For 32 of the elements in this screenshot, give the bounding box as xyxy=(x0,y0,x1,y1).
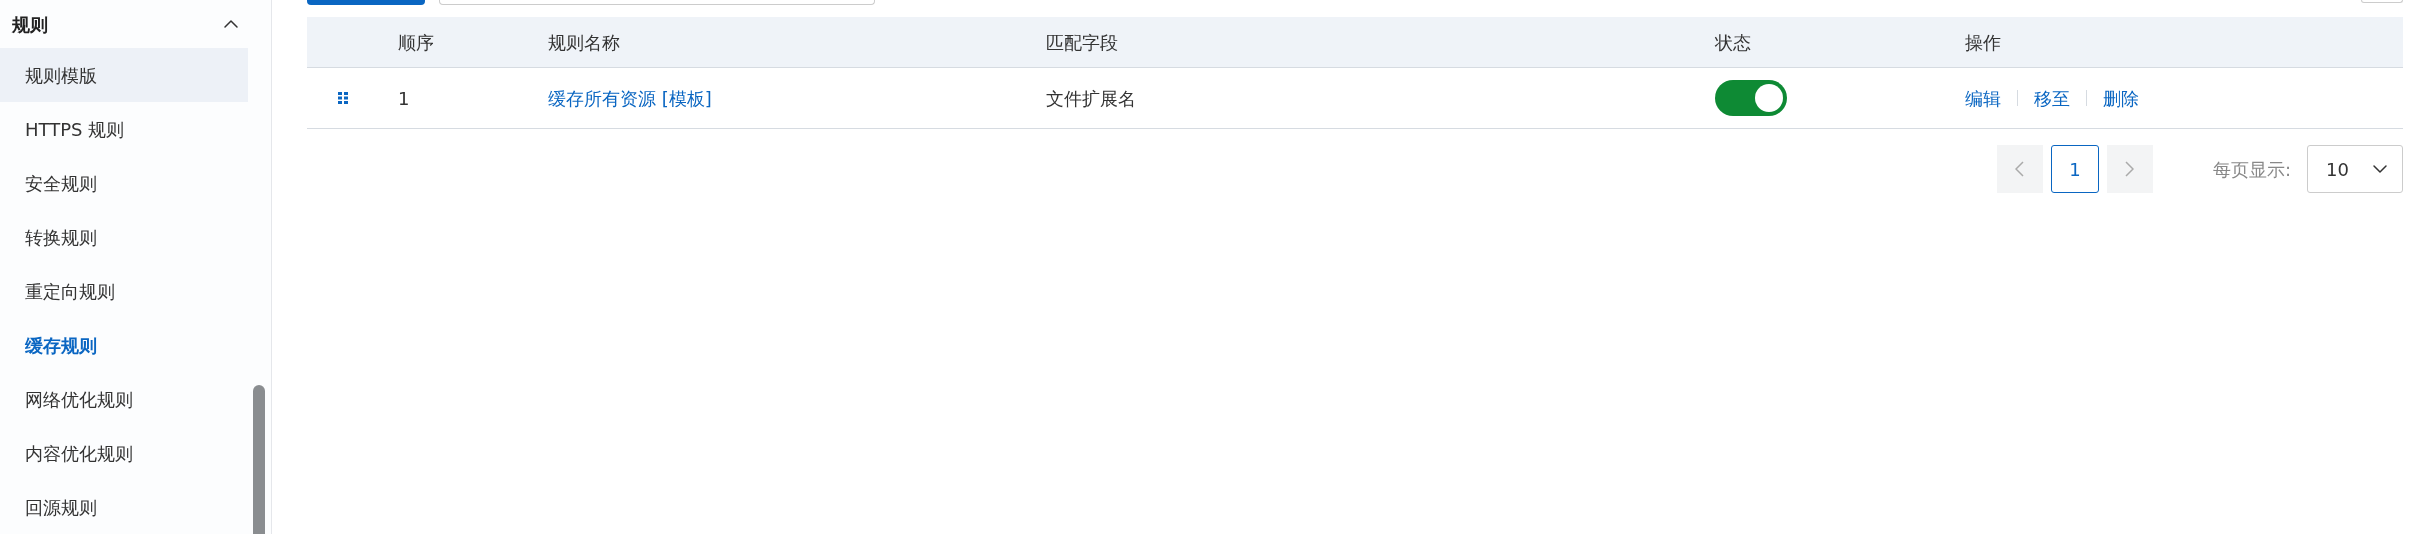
action-link[interactable]: 移至 xyxy=(2034,84,2070,112)
sidebar-item[interactable]: 内容优化规则 xyxy=(0,426,248,480)
next-page-button[interactable] xyxy=(2106,145,2153,193)
previous-page-button[interactable] xyxy=(1996,145,2043,193)
rule-name-link[interactable]: 缓存所有资源 [模板] xyxy=(548,87,712,109)
sidebar-item[interactable]: HTTPS 规则 xyxy=(0,102,248,156)
status-toggle[interactable] xyxy=(1715,80,1787,116)
table-cell: 1 xyxy=(398,87,410,109)
page-button[interactable]: 1 xyxy=(2050,145,2099,193)
column-header: 状态 xyxy=(1715,31,1751,53)
column-header: 匹配字段 xyxy=(1046,31,1118,53)
column-header: 操作 xyxy=(1965,31,2001,53)
sidebar-item[interactable]: 缓存规则 xyxy=(0,318,248,372)
sidebar-group-header[interactable]: 规则 xyxy=(0,0,271,48)
sidebar-item[interactable]: 回源规则 xyxy=(0,480,248,534)
column-header: 顺序 xyxy=(398,31,434,53)
page-size-label: 每页显示: xyxy=(2212,157,2291,182)
sidebar-item[interactable]: 重定向规则 xyxy=(0,264,248,318)
primary-button[interactable] xyxy=(307,0,425,5)
page-size-select[interactable]: 10 xyxy=(2307,145,2403,193)
sidebar-item[interactable]: 转换规则 xyxy=(0,210,248,264)
drag-handle-icon[interactable] xyxy=(337,91,349,105)
chevron-left-icon xyxy=(2015,161,2025,177)
sidebar-item[interactable]: 安全规则 xyxy=(0,156,248,210)
action-link[interactable]: 删除 xyxy=(2103,84,2139,112)
chevron-right-icon xyxy=(2125,161,2135,177)
table-cell: 文件扩展名 xyxy=(1046,87,1136,109)
column-header: 规则名称 xyxy=(548,31,620,53)
sidebar-item[interactable]: 规则模版 xyxy=(0,48,248,102)
sidebar-item[interactable]: 网络优化规则 xyxy=(0,372,248,426)
scrollbar-thumb[interactable] xyxy=(253,385,265,534)
action-link[interactable]: 编辑 xyxy=(1965,84,2001,112)
